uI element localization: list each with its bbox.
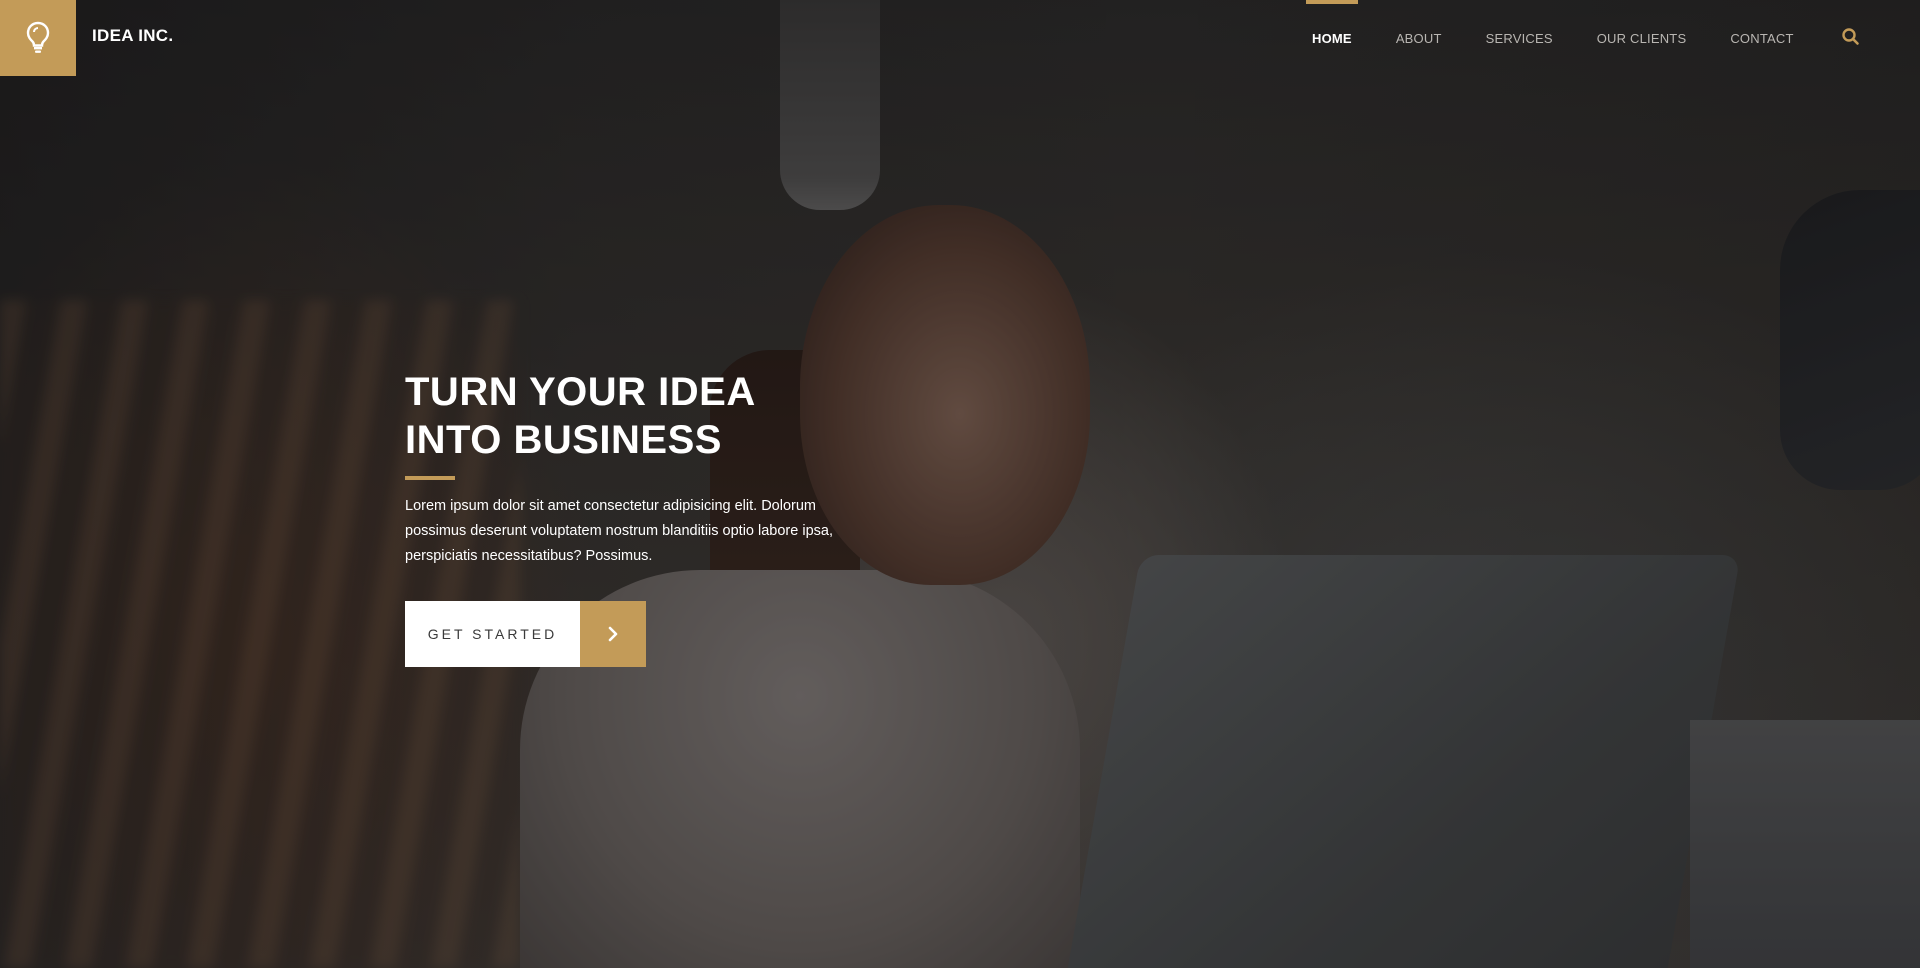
logo[interactable] <box>0 0 76 76</box>
hero-overlay <box>0 0 1920 968</box>
get-started-button[interactable]: GET STARTED <box>405 601 646 667</box>
title-divider <box>405 476 455 480</box>
hero-title-line-2: INTO BUSINESS <box>405 418 722 462</box>
search-icon[interactable] <box>1840 26 1862 48</box>
main-nav: HOME ABOUT SERVICES OUR CLIENTS CONTACT <box>1290 0 1816 76</box>
site-header: IDEA INC. HOME ABOUT SERVICES OUR CLIENT… <box>0 0 1920 76</box>
nav-item-about[interactable]: ABOUT <box>1374 0 1464 76</box>
nav-item-home[interactable]: HOME <box>1290 0 1374 76</box>
nav-item-our-clients[interactable]: OUR CLIENTS <box>1575 0 1709 76</box>
lightbulb-icon <box>26 21 50 53</box>
brand-name[interactable]: IDEA INC. <box>92 26 173 46</box>
hero-title-line-1: TURN YOUR IDEA <box>405 370 756 414</box>
nav-item-services[interactable]: SERVICES <box>1464 0 1575 76</box>
nav-item-contact[interactable]: CONTACT <box>1708 0 1815 76</box>
hero-title: TURN YOUR IDEA INTO BUSINESS <box>405 368 885 464</box>
chevron-right-icon[interactable] <box>580 601 646 667</box>
hero-description: Lorem ipsum dolor sit amet consectetur a… <box>405 498 833 564</box>
get-started-label[interactable]: GET STARTED <box>405 601 580 667</box>
hero-section: IDEA INC. HOME ABOUT SERVICES OUR CLIENT… <box>0 0 1920 968</box>
